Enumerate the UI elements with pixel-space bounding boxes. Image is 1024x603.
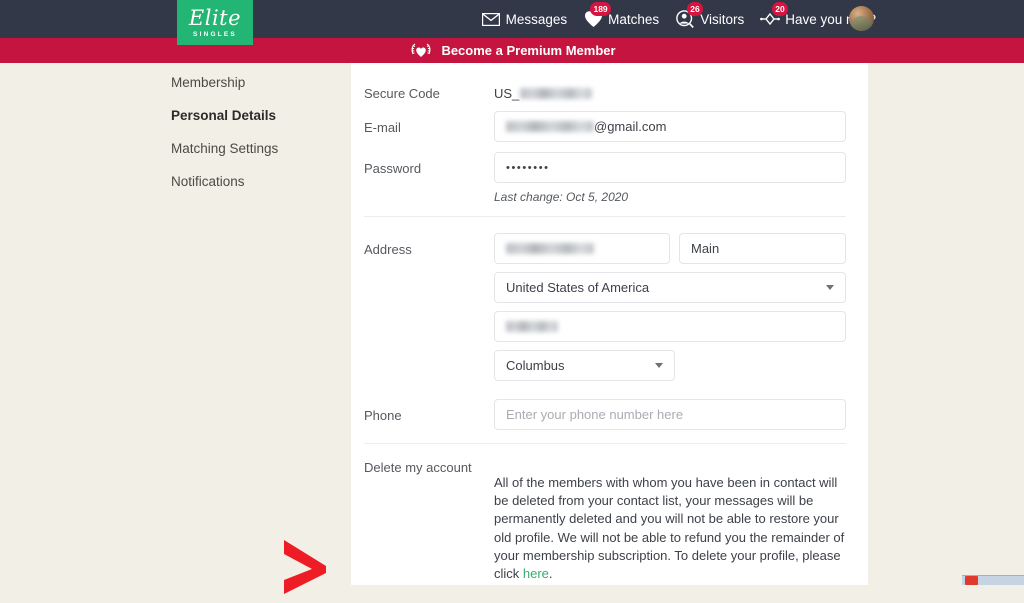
nav-item-visitors[interactable]: 26 Visitors	[675, 9, 744, 29]
field-row-delete-account: Delete my account All of the members wit…	[364, 460, 846, 596]
field-row-password: Password •••••••• Last change: Oct 5, 20…	[364, 152, 846, 206]
page-body: Membership Personal Details Matching Set…	[0, 63, 1024, 585]
delete-account-text-end: .	[549, 566, 553, 581]
address-street2-field[interactable]: Main	[679, 233, 846, 264]
badge-matches: 189	[590, 2, 611, 16]
label-password: Password	[364, 152, 494, 176]
top-navigation-bar: Messages 189 Matches 26 Visitor	[0, 0, 1024, 38]
sidebar-item-matching-settings[interactable]: Matching Settings	[171, 141, 341, 156]
envelope-icon	[481, 9, 501, 29]
secure-code-prefix: US_	[494, 86, 519, 101]
browser-download-bar[interactable]	[962, 575, 1024, 585]
sidebar-label-notifications: Notifications	[171, 174, 245, 189]
profile-search-icon: 26	[675, 9, 695, 29]
pdf-file-icon	[965, 576, 978, 585]
field-row-address: Address Main United States of America	[364, 233, 846, 389]
address-country-line: United States of America	[494, 272, 846, 303]
personal-details-panel: Secure Code US_ E-mail @gmail.com	[351, 63, 868, 585]
badge-have-you-met: 20	[772, 2, 788, 16]
email-field[interactable]: @gmail.com	[494, 111, 846, 142]
compass-icon: 20	[760, 9, 780, 29]
address-city-line: Columbus	[494, 350, 846, 381]
zip-redacted	[506, 321, 558, 332]
premium-banner-label: Become a Premium Member	[441, 43, 615, 58]
logo-wordmark: Elite	[189, 8, 241, 29]
chevron-down-icon	[826, 285, 834, 290]
label-address: Address	[364, 233, 494, 257]
nav-label-matches: Matches	[608, 12, 659, 27]
city-selected-value: Columbus	[506, 358, 565, 373]
password-field[interactable]: ••••••••	[494, 152, 846, 183]
field-row-email: E-mail @gmail.com	[364, 111, 846, 142]
zip-field[interactable]	[494, 311, 846, 342]
address-street-line: Main	[494, 233, 846, 264]
section-divider-2	[364, 443, 846, 444]
nav-label-visitors: Visitors	[700, 12, 744, 27]
avatar[interactable]	[849, 6, 874, 31]
sidebar-label-membership: Membership	[171, 75, 245, 90]
password-masked-value: ••••••••	[506, 162, 550, 174]
heart-icon: 189	[583, 9, 603, 29]
site-logo[interactable]: Elite SINGLES	[177, 0, 253, 45]
nav-item-matches[interactable]: 189 Matches	[583, 9, 659, 29]
nav-item-messages[interactable]: Messages	[481, 9, 568, 29]
email-local-redacted	[506, 121, 594, 132]
chevron-down-icon	[655, 363, 663, 368]
badge-visitors: 26	[687, 2, 703, 16]
label-email: E-mail	[364, 111, 494, 135]
secure-code-redacted	[520, 88, 592, 99]
address-zip-line	[494, 311, 846, 342]
field-row-phone: Phone Enter your phone number here	[364, 399, 846, 430]
sidebar-item-membership[interactable]: Membership	[171, 75, 341, 90]
email-domain: @gmail.com	[594, 119, 666, 134]
logo-subtext: SINGLES	[193, 31, 237, 38]
address-street-redacted	[506, 243, 594, 254]
primary-nav: Messages 189 Matches 26 Visitor	[481, 0, 876, 38]
label-secure-code: Secure Code	[364, 77, 494, 101]
city-select[interactable]: Columbus	[494, 350, 675, 381]
address-street-field[interactable]	[494, 233, 670, 264]
delete-account-description: All of the members with whom you have be…	[494, 473, 846, 583]
delete-account-here-link[interactable]: here	[523, 566, 549, 581]
section-divider-1	[364, 216, 846, 217]
sidebar-item-notifications[interactable]: Notifications	[171, 174, 341, 189]
value-secure-code: US_	[494, 77, 846, 101]
sidebar-item-personal-details[interactable]: Personal Details	[171, 108, 341, 123]
settings-sidebar: Membership Personal Details Matching Set…	[171, 75, 341, 207]
password-last-change-note: Last change: Oct 5, 2020	[494, 190, 846, 204]
field-row-secure-code: Secure Code US_	[364, 77, 846, 101]
nav-label-messages: Messages	[506, 12, 568, 27]
label-delete-account: Delete my account	[364, 460, 494, 475]
phone-input[interactable]: Enter your phone number here	[494, 399, 846, 430]
address-street2-value: Main	[691, 241, 719, 256]
personal-details-form: Secure Code US_ E-mail @gmail.com	[351, 63, 868, 596]
country-selected-value: United States of America	[506, 280, 649, 295]
sidebar-label-personal-details: Personal Details	[171, 108, 276, 123]
laurel-heart-icon	[408, 42, 434, 59]
country-select[interactable]: United States of America	[494, 272, 846, 303]
annotation-red-arrow	[278, 536, 340, 598]
premium-banner[interactable]: Become a Premium Member	[0, 38, 1024, 63]
label-phone: Phone	[364, 399, 494, 423]
sidebar-label-matching-settings: Matching Settings	[171, 141, 278, 156]
